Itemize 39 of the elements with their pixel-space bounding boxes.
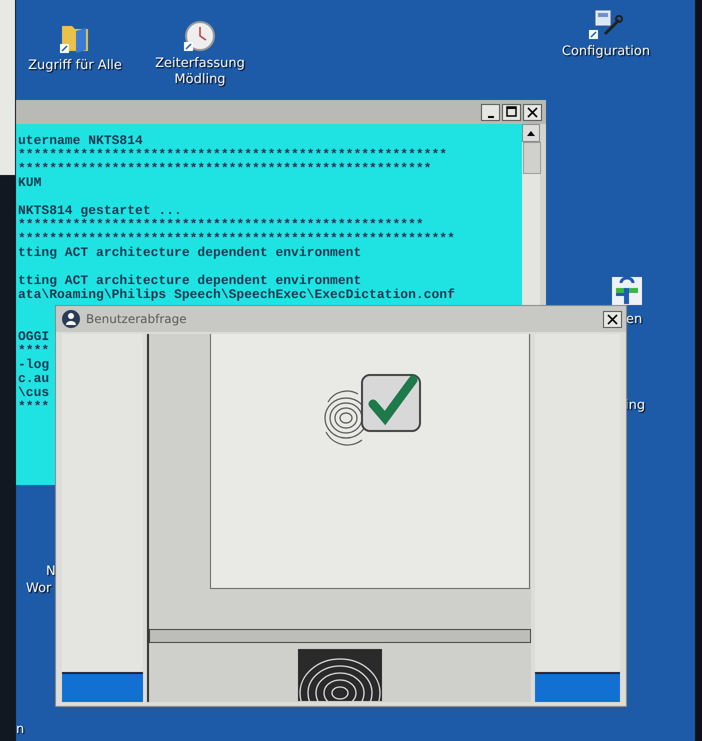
icon-label[interactable]: Zugriff für Alle	[25, 58, 125, 74]
console-line: tting ACT architecture dependent environment	[17, 246, 362, 260]
clock-icon	[184, 20, 216, 52]
dialog-title: Benutzerabfrage	[86, 312, 188, 326]
close-button[interactable]	[603, 310, 622, 328]
console-line: ****************************************************	[17, 218, 425, 232]
icon-label[interactable]: Zeiterfassung Mödling	[150, 56, 250, 88]
maximize-button[interactable]	[502, 104, 521, 120]
user-icon	[62, 310, 80, 328]
console-line: utername NKTS814	[17, 134, 144, 148]
minimize-button[interactable]	[481, 104, 500, 120]
console-line: *******************************************************	[17, 148, 448, 162]
minimize-icon	[488, 116, 494, 118]
maximize-icon	[504, 105, 519, 119]
wrench-icon	[589, 8, 623, 40]
console-line: ****	[17, 344, 50, 358]
console-line: ****	[17, 400, 50, 414]
console-line: *****************************************************	[17, 162, 432, 176]
close-icon	[605, 312, 620, 326]
icon-label[interactable]: Configuration	[556, 44, 656, 60]
app-icon	[612, 277, 642, 305]
icon-label[interactable]: Wor	[26, 581, 52, 597]
scroll-up-button[interactable]	[522, 124, 540, 142]
console-line: c.au	[17, 372, 50, 386]
console-line: tting ACT architecture dependent environment	[17, 274, 362, 288]
icon-label[interactable]: n	[16, 722, 24, 738]
close-icon	[525, 105, 540, 119]
up-arrow-icon	[526, 129, 536, 137]
console-line: \cus	[17, 386, 50, 400]
console-line: -log	[17, 358, 50, 372]
console-line: KUM	[17, 176, 42, 190]
console-line: NKTS814 gestartet ...	[17, 204, 183, 218]
console-line: ata\Roaming\Philips Speech\SpeechExec\ExecDictation.conf	[17, 288, 456, 302]
scrollbar-thumb[interactable]	[523, 142, 541, 174]
icon-label[interactable]: en	[626, 312, 642, 328]
close-button[interactable]	[523, 104, 542, 120]
icon-label[interactable]: N	[46, 564, 56, 580]
console-line: ********************************************************	[17, 232, 456, 246]
console-line: OGGI	[17, 330, 50, 344]
